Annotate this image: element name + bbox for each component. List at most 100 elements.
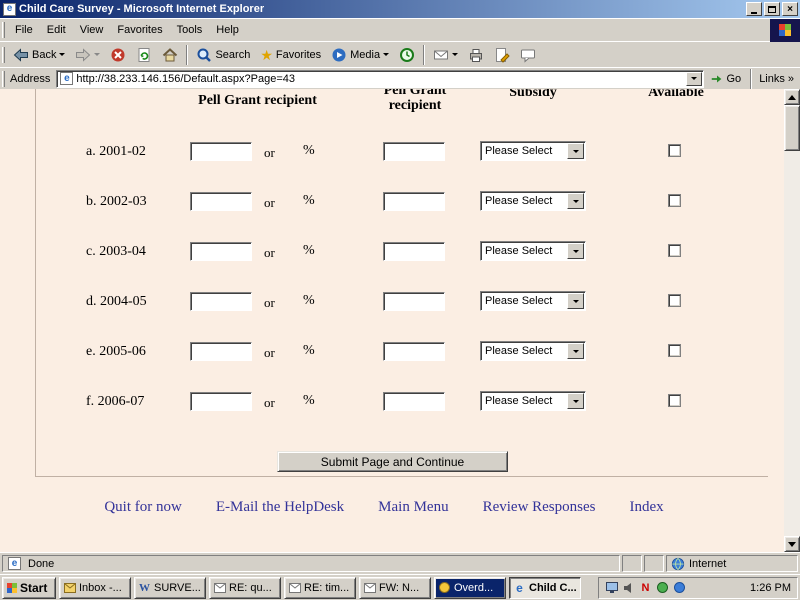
mail-message-icon: [288, 582, 301, 594]
pell-percent-input-e[interactable]: [190, 342, 252, 361]
search-button[interactable]: Search: [191, 43, 255, 67]
links-chevron-icon: »: [788, 73, 794, 85]
pell-number-input-c[interactable]: [383, 242, 445, 261]
pell-number-input-e[interactable]: [383, 342, 445, 361]
submit-button[interactable]: Submit Page and Continue: [277, 451, 508, 472]
home-button[interactable]: [157, 43, 183, 67]
available-checkbox-a[interactable]: [668, 144, 681, 157]
review-responses-link[interactable]: Review Responses: [483, 499, 596, 516]
pell-percent-input-a[interactable]: [190, 142, 252, 161]
go-button[interactable]: Go: [704, 69, 748, 89]
menubar-grip[interactable]: [2, 22, 5, 38]
available-checkbox-c[interactable]: [668, 244, 681, 257]
restore-button[interactable]: [764, 2, 780, 16]
dropdown-arrow-button[interactable]: [567, 293, 584, 309]
dropdown-arrow-icon: [573, 200, 579, 203]
refresh-icon: [136, 47, 152, 63]
close-button[interactable]: ×: [782, 2, 798, 16]
scroll-down-button[interactable]: [784, 536, 800, 552]
address-dropdown-button[interactable]: [686, 72, 702, 86]
dropdown-arrow-button[interactable]: [567, 343, 584, 359]
taskbar-button-email-3[interactable]: FW: N...: [359, 577, 431, 599]
taskbar-button-email-1[interactable]: RE: qu...: [209, 577, 281, 599]
start-label: Start: [20, 581, 47, 595]
minimize-icon: [751, 12, 757, 14]
quit-link[interactable]: Quit for now: [104, 499, 182, 516]
history-button[interactable]: [394, 43, 420, 67]
display-tray-icon[interactable]: [605, 581, 618, 594]
menu-tools[interactable]: Tools: [170, 19, 210, 41]
media-label: Media: [350, 49, 380, 61]
taskbar-button-overdue-flashing[interactable]: Overd...: [434, 577, 506, 599]
discuss-button[interactable]: [515, 43, 541, 67]
menu-edit[interactable]: Edit: [40, 19, 73, 41]
print-button[interactable]: [463, 43, 489, 67]
menu-favorites[interactable]: Favorites: [110, 19, 169, 41]
available-checkbox-b[interactable]: [668, 194, 681, 207]
mail-button[interactable]: [428, 43, 463, 67]
dropdown-arrow-button[interactable]: [567, 143, 584, 159]
column-header-subsidy: Subsidy: [480, 89, 586, 100]
scrollbar-thumb[interactable]: [784, 105, 800, 151]
main-menu-link[interactable]: Main Menu: [378, 499, 448, 516]
subsidy-select-b[interactable]: Please Select: [480, 191, 586, 211]
address-input[interactable]: e http://38.233.146.156/Default.aspx?Pag…: [56, 70, 703, 88]
liveupdate-tray-icon[interactable]: [656, 581, 669, 594]
subsidy-select-e[interactable]: Please Select: [480, 341, 586, 361]
helpdesk-link[interactable]: E-Mail the HelpDesk: [216, 499, 344, 516]
subsidy-select-f[interactable]: Please Select: [480, 391, 586, 411]
scroll-up-button[interactable]: [784, 89, 800, 105]
taskbar-button-child-care-survey-active[interactable]: e Child C...: [509, 577, 581, 599]
stop-button[interactable]: [105, 43, 131, 67]
available-checkbox-d[interactable]: [668, 294, 681, 307]
task-label: SURVE...: [154, 582, 201, 594]
menu-view[interactable]: View: [73, 19, 111, 41]
available-checkbox-e[interactable]: [668, 344, 681, 357]
subsidy-select-value: Please Select: [481, 345, 567, 357]
status-panel-blank: [644, 555, 664, 572]
edit-button[interactable]: [489, 43, 515, 67]
menu-help[interactable]: Help: [209, 19, 246, 41]
subsidy-select-c[interactable]: Please Select: [480, 241, 586, 261]
dropdown-arrow-button[interactable]: [567, 243, 584, 259]
start-button[interactable]: Start: [2, 577, 56, 599]
taskbar-button-word-doc[interactable]: W SURVE...: [134, 577, 206, 599]
index-link[interactable]: Index: [629, 499, 663, 516]
mail-message-icon: [213, 582, 226, 594]
menu-file[interactable]: File: [8, 19, 40, 41]
taskbar-button-inbox[interactable]: Inbox -...: [59, 577, 131, 599]
subsidy-select-a[interactable]: Please Select: [480, 141, 586, 161]
pell-percent-input-f[interactable]: [190, 392, 252, 411]
minimize-button[interactable]: [746, 2, 762, 16]
volume-tray-icon[interactable]: [622, 581, 635, 594]
pell-percent-input-c[interactable]: [190, 242, 252, 261]
dropdown-arrow-button[interactable]: [567, 193, 584, 209]
taskbar-button-email-2[interactable]: RE: tim...: [284, 577, 356, 599]
address-dropdown-icon: [691, 77, 697, 80]
subsidy-select-d[interactable]: Please Select: [480, 291, 586, 311]
media-button[interactable]: Media: [326, 43, 394, 67]
favorites-button[interactable]: ★ Favorites: [255, 43, 326, 67]
or-label: or: [264, 145, 275, 161]
addressbar-grip[interactable]: [2, 71, 5, 87]
links-toolbar[interactable]: Links »: [755, 73, 798, 85]
pell-number-input-a[interactable]: [383, 142, 445, 161]
available-checkbox-f[interactable]: [668, 394, 681, 407]
pell-number-input-b[interactable]: [383, 192, 445, 211]
pell-number-input-f[interactable]: [383, 392, 445, 411]
discuss-icon: [520, 47, 536, 63]
forward-button[interactable]: [70, 43, 105, 67]
norton-antivirus-tray-icon[interactable]: N: [639, 581, 652, 594]
network-tray-icon[interactable]: [673, 581, 686, 594]
toolbar-grip[interactable]: [2, 47, 5, 63]
dropdown-arrow-button[interactable]: [567, 393, 584, 409]
back-button[interactable]: Back: [8, 43, 70, 67]
pell-percent-input-d[interactable]: [190, 292, 252, 311]
refresh-button[interactable]: [131, 43, 157, 67]
pell-number-input-d[interactable]: [383, 292, 445, 311]
vertical-scrollbar[interactable]: [784, 89, 800, 552]
taskbar-clock[interactable]: 1:26 PM: [750, 582, 791, 594]
go-label: Go: [727, 73, 742, 85]
pell-percent-input-b[interactable]: [190, 192, 252, 211]
page-ie-icon: e: [60, 72, 73, 85]
